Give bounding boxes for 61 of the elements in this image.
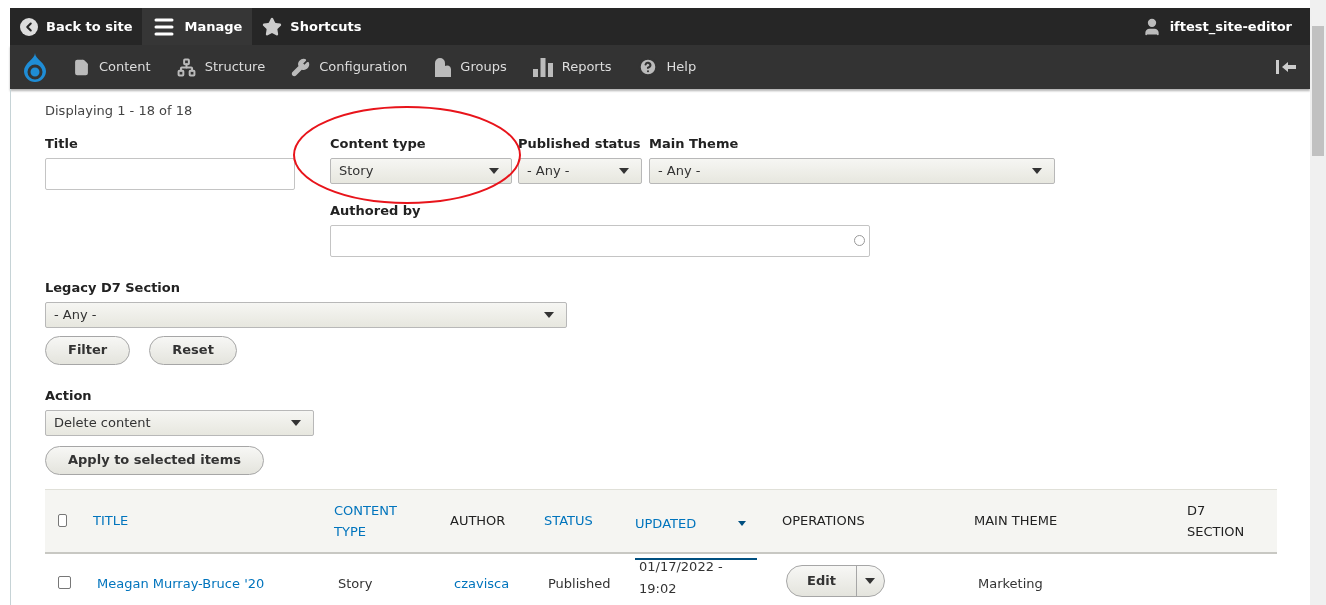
collapse-icon[interactable] — [1276, 60, 1296, 74]
user-menu[interactable]: iftest_site-editor — [1141, 16, 1310, 37]
column-header: D7 SECTION — [1187, 501, 1246, 541]
admin-menu-item[interactable]: Structure — [163, 57, 279, 77]
caret-icon — [291, 419, 301, 426]
admin-menu-item[interactable]: Reports — [519, 57, 625, 77]
author-autocomplete-field[interactable] — [330, 224, 870, 257]
bar-chart-icon — [532, 57, 553, 77]
column-header[interactable]: STATUS — [544, 510, 599, 531]
row-checkbox[interactable] — [58, 575, 71, 589]
admin-menu-item[interactable]: Configuration — [278, 57, 421, 77]
title-input[interactable] — [45, 157, 295, 190]
field-label: Main Theme — [649, 135, 739, 151]
field-label: Action — [45, 387, 92, 403]
field-label: Published status — [518, 135, 641, 151]
star-icon — [262, 16, 283, 37]
toolbar-tab[interactable]: Shortcuts — [252, 8, 372, 45]
field-label: Title — [45, 135, 78, 151]
table-cell-text: 01/17/2022 - 19:02 — [639, 557, 724, 598]
caret-icon — [619, 167, 629, 174]
table-cell: Story — [338, 575, 373, 591]
field-label: Authored by — [330, 202, 421, 218]
table-cell: Published — [548, 575, 611, 591]
help-icon — [637, 57, 658, 77]
admin-menu-item[interactable]: Groups — [420, 57, 520, 77]
action-select[interactable]: Delete content — [45, 409, 314, 436]
author-link[interactable]: czavisca — [454, 575, 510, 591]
admin-menu-item[interactable]: Content — [60, 57, 164, 77]
sitemap-icon — [176, 57, 196, 77]
admin-menu-item[interactable]: Help — [624, 57, 710, 77]
column-header: AUTHOR — [450, 512, 507, 530]
column-header: MAIN THEME — [974, 512, 1059, 530]
scrollbar[interactable] — [1310, 0, 1326, 605]
caret-icon — [489, 167, 499, 174]
filter-button[interactable]: Filter — [45, 335, 131, 365]
table-cell: Marketing — [978, 575, 1043, 591]
column-header: OPERATIONS — [782, 512, 866, 530]
wrench-icon — [291, 57, 311, 77]
toolbar-tab[interactable]: Back to site — [10, 8, 143, 45]
field-label: Legacy D7 Section — [45, 279, 180, 295]
section-select[interactable]: - Any - — [45, 301, 567, 328]
column-header[interactable]: UPDATED — [635, 489, 757, 560]
select-all-checkbox[interactable] — [58, 514, 67, 527]
sort-caret-icon — [738, 521, 747, 526]
caret-icon — [865, 577, 876, 584]
filter-button[interactable]: Reset — [149, 335, 237, 365]
caret-icon — [544, 311, 554, 318]
field-label: Content type — [330, 135, 426, 151]
file-icon — [73, 58, 90, 76]
column-header[interactable]: CONTENT TYPE — [334, 499, 424, 542]
status-select[interactable]: - Any - — [518, 157, 642, 184]
title-link[interactable]: Meagan Murray-Bruce '20 — [97, 575, 265, 591]
apply-button[interactable]: Apply to selected items — [45, 445, 264, 475]
toolbar-tab[interactable]: Manage — [142, 8, 253, 45]
results-summary: Displaying 1 - 18 of 18 — [45, 102, 194, 120]
content-type-select[interactable]: Story — [330, 157, 512, 184]
theme-select[interactable]: - Any - — [649, 157, 1055, 184]
column-header[interactable]: TITLE — [93, 510, 135, 531]
caret-icon — [1032, 167, 1042, 174]
drupal-logo[interactable] — [22, 52, 48, 82]
back-icon — [20, 17, 38, 36]
